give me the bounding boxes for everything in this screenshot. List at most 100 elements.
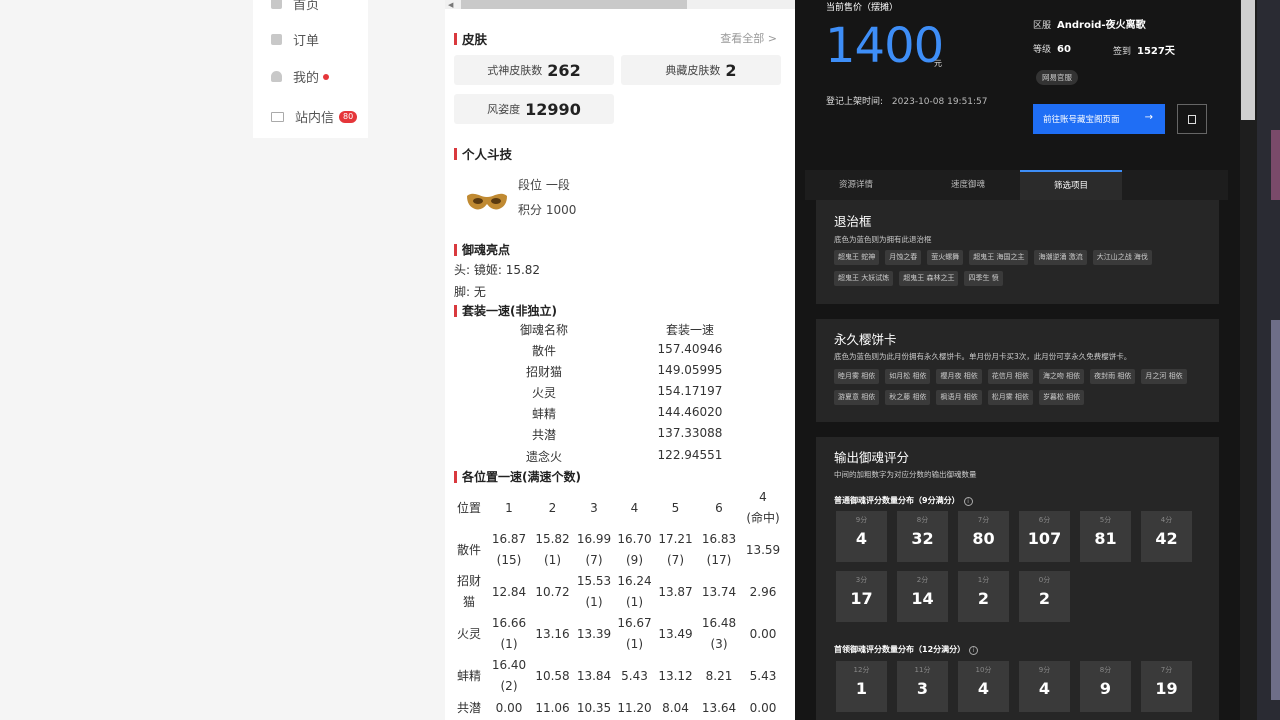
filter-chip[interactable]: 秋之藤 相依 — [885, 390, 931, 405]
filter-chip[interactable]: 枫语月 相依 — [936, 390, 982, 405]
table-cell: 8.04 — [662, 700, 689, 715]
table-cell: 10.72 — [535, 584, 570, 599]
table-cell: 0.00 — [495, 700, 523, 715]
nav-item-messages[interactable]: 站内信 80 — [271, 107, 358, 126]
filter-chip[interactable]: 游夏意 相依 — [834, 390, 880, 405]
set-name: 招财猫 — [525, 365, 562, 379]
pvp-score-value: 1000 — [545, 203, 577, 217]
column-header: 御魂名称 — [519, 323, 568, 337]
score-count: 9 — [1099, 679, 1112, 698]
set-value: 144.46020 — [657, 405, 723, 419]
table-row: 散件 157.40946 — [445, 342, 795, 363]
filter-chip[interactable]: 超鬼王 海国之主 — [969, 250, 1029, 265]
filter-chip[interactable]: 大江山之战 海伐 — [1092, 250, 1152, 265]
score-box: 1分 2 — [958, 571, 1009, 622]
score-count: 32 — [911, 529, 934, 548]
head-dist-title: 首领御魂评分数量分布（12分满分） i — [834, 644, 979, 655]
scroll-left-icon[interactable]: ◀ — [448, 1, 453, 9]
score-box: 9分 4 — [836, 511, 887, 562]
tab-filter-items[interactable]: 筛选项目 — [1020, 170, 1122, 200]
normal-dist-label: 普通御魂评分数量分布（9分满分） — [834, 496, 960, 505]
score-count: 81 — [1094, 529, 1117, 548]
score-count: 19 — [1155, 679, 1178, 698]
set-name: 火灵 — [531, 386, 556, 400]
set-value: 154.17197 — [657, 384, 723, 398]
score-label: 7分 — [1160, 666, 1173, 674]
score-box: 10分 4 — [958, 661, 1009, 712]
score-label: 10分 — [975, 666, 992, 674]
table-cell: 13.74 — [701, 584, 737, 599]
set-value: 157.40946 — [657, 342, 723, 356]
listed-label: 登记上架时间: — [826, 97, 884, 107]
set-name: 共潜 — [531, 428, 556, 442]
filter-chip[interactable]: 萤火螺舞 — [927, 250, 964, 265]
score-label: 0分 — [1038, 576, 1051, 584]
column-header: 4 (命中) — [746, 490, 780, 525]
filter-chip[interactable]: 月之河 相依 — [1141, 369, 1187, 384]
score-box: 9分 4 — [1019, 661, 1070, 712]
filter-chip[interactable]: 四季生 愤 — [964, 271, 1003, 286]
filter-chip[interactable]: 花信月 相依 — [987, 369, 1033, 384]
listed-time: 登记上架时间: 2023-10-08 19:51:57 — [826, 94, 988, 107]
table-cell: 8.21 — [705, 668, 733, 683]
view-all-link[interactable]: 查看全部 > — [720, 30, 777, 46]
info-icon[interactable]: i — [969, 646, 979, 655]
filter-chip[interactable]: 超鬼王 蛇神 — [834, 250, 880, 265]
pos-speed-title: 各位置一速(满速个数) — [454, 468, 581, 485]
nav-label: 站内信 — [295, 111, 335, 126]
table-row: 蚌精 16.40 (2) 10.58 13.84 5.43 13.12 8.21 5.43 — [451, 655, 784, 697]
price-unit: 元 — [934, 59, 942, 68]
table-cell: 2.96 — [749, 584, 777, 599]
filter-chip[interactable]: 月蚀之春 — [885, 250, 922, 265]
dianzang-skin-count: 典藏皮肤数 2 — [621, 55, 781, 85]
tab-resources[interactable]: 资源详情 — [805, 170, 907, 200]
column-header: 套装一速 — [665, 323, 714, 337]
table-cell: 5.43 — [621, 668, 648, 683]
filter-chip[interactable]: 超鬼王 森林之王 — [899, 271, 959, 286]
tab-bar: 资源详情 速度御魂 筛选项目 — [805, 170, 1228, 200]
arrow-right-icon: → — [1144, 112, 1153, 123]
filter-chip[interactable]: 海潮逆涌 激流 — [1034, 250, 1087, 265]
set-value: 137.33088 — [657, 426, 723, 440]
tab-speed-yuhun[interactable]: 速度御魂 — [917, 170, 1019, 200]
table-cell: 16.70 (9) — [617, 532, 652, 567]
filter-chip[interactable]: 夜封雨 相依 — [1090, 369, 1136, 384]
filter-chip[interactable]: 樱月夜 相依 — [936, 369, 982, 384]
row-label: 蚌精 — [456, 668, 481, 683]
filter-chip[interactable]: 如月松 相依 — [885, 369, 931, 384]
table-cell: 11.06 — [535, 700, 570, 715]
yuhun-highlight-title: 御魂亮点 — [454, 241, 510, 258]
horizontal-scrollbar[interactable]: ◀ — [445, 0, 795, 9]
row-label: 散件 — [456, 542, 481, 557]
filter-chip[interactable]: 海之吻 相依 — [1038, 369, 1085, 384]
score-label: 7分 — [977, 516, 990, 524]
nav-item-orders[interactable]: 订单 — [271, 30, 319, 49]
info-icon[interactable]: i — [963, 497, 973, 506]
goto-cbg-button[interactable]: 前往账号藏宝阁页面 → — [1033, 104, 1165, 134]
score-label: 5分 — [1099, 516, 1112, 524]
normal-dist-title: 普通御魂评分数量分布（9分满分） i — [834, 495, 973, 506]
set-value: 149.05995 — [657, 363, 723, 377]
copy-button[interactable] — [1177, 104, 1207, 134]
filter-chip[interactable]: 岁暮松 相依 — [1038, 390, 1085, 405]
nav-item-mine[interactable]: 我的 — [271, 67, 330, 86]
mask-icon — [467, 193, 507, 210]
background-window-edge — [1257, 0, 1280, 720]
table-row: 火灵 16.66 (1) 13.16 13.39 16.67 (1) 13.49 16.48 (3… — [451, 613, 784, 655]
row-label: 火灵 — [456, 626, 481, 641]
filter-chip[interactable]: 睦月雾 相依 — [834, 369, 880, 384]
scrollbar-thumb[interactable] — [1241, 0, 1255, 120]
user-icon — [271, 71, 282, 82]
home-icon — [271, 0, 282, 9]
filter-chip[interactable]: 松月雾 相依 — [987, 390, 1033, 405]
score-label: 4分 — [1160, 516, 1173, 524]
filter-chip[interactable]: 超鬼王 大妖试炼 — [834, 271, 894, 286]
output-title: 输出御魂评分 — [834, 450, 910, 465]
column-header: 2 — [548, 500, 557, 515]
dianzang-skin-value: 2 — [725, 60, 737, 80]
scrollbar-thumb[interactable] — [461, 0, 687, 9]
table-row: 蚌精 144.46020 — [445, 405, 795, 426]
score-count: 80 — [972, 529, 995, 548]
vertical-scrollbar[interactable] — [1240, 0, 1257, 720]
nav-item-home[interactable]: 首页 — [271, 0, 319, 13]
